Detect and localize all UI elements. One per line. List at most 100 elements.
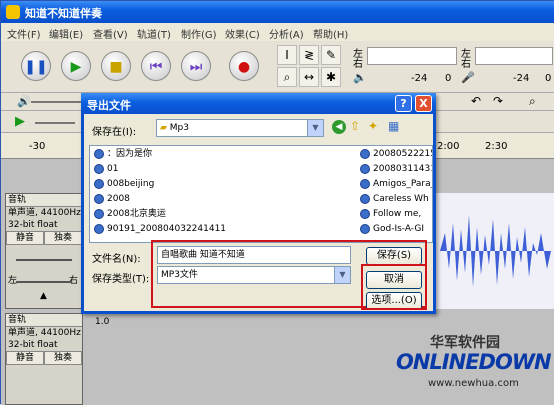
menu-analyze[interactable]: 分析(A)	[269, 26, 304, 41]
solo-button-2[interactable]: 独奏	[44, 351, 82, 365]
close-button[interactable]: X	[415, 95, 432, 112]
undo-icon[interactable]: ↶	[471, 94, 481, 108]
window-title: 知道不知道伴奏	[25, 7, 102, 20]
meter-toolbar: 左 右 左 右 🔈 -24 0 🎤 -24 0	[349, 43, 554, 91]
filename-label: 文件名(N):	[92, 254, 141, 265]
skip-start-button[interactable]: ⏮	[141, 51, 171, 81]
multi-tool[interactable]: ✱	[321, 67, 341, 87]
list-item[interactable]: 01	[94, 163, 118, 176]
tools-palette: I ≷ ✎ ⌕ ↔ ✱	[275, 43, 345, 89]
save-in-combo[interactable]: ▰ Mp3 ▼	[156, 119, 324, 137]
back-icon[interactable]: ◀	[332, 120, 346, 134]
list-item[interactable]: 200803114310	[360, 163, 432, 176]
meter-tick-3: -24	[513, 73, 530, 84]
menu-file[interactable]: 文件(F)	[7, 26, 41, 41]
redo-icon[interactable]: ↷	[493, 94, 503, 108]
collapse-track-icon[interactable]: ▲	[40, 291, 47, 301]
list-item[interactable]: ：因为是你	[94, 148, 152, 161]
audio-file-icon	[94, 178, 104, 189]
meter-tick-2: 0	[445, 73, 452, 84]
audio-file-icon	[360, 208, 370, 219]
playback-meter[interactable]	[367, 47, 457, 65]
draw-tool[interactable]: ✎	[321, 45, 341, 65]
multi-icon: ✱	[325, 70, 337, 84]
menu-generate[interactable]: 制作(G)	[181, 26, 217, 41]
list-item[interactable]: Amigos_Para_	[360, 178, 432, 191]
ibeam-icon: I	[285, 48, 289, 62]
file-list[interactable]: ：因为是你 01 008beijing 2008 2008北京奥运 90191_…	[89, 145, 433, 243]
list-item[interactable]: 2008北京奥运	[94, 208, 166, 221]
pan-slider-1[interactable]	[16, 281, 72, 283]
track-format-1: 单声道, 44100Hz	[8, 208, 81, 218]
output-volume-slider[interactable]	[31, 101, 81, 103]
track-format-2: 单声道, 44100Hz	[8, 328, 81, 338]
export-file-dialog: 导出文件 ? X 保存在(I): ▰ Mp3 ▼ ◀ ⇧ ✦ ▦ ：因为是你 0…	[81, 93, 436, 314]
help-button[interactable]: ?	[395, 95, 412, 112]
track-control-panel-1[interactable]: 音轨 单声道, 44100Hz 32-bit float 静音 独奏 左 右 ▲	[5, 193, 83, 309]
play-button[interactable]: ▶	[61, 51, 91, 81]
list-item[interactable]: 20080522215	[360, 148, 432, 161]
timeshift-tool[interactable]: ↔	[299, 67, 319, 87]
watermark-brand: ONLINEDOWN	[396, 350, 552, 374]
pan-right-label: 右	[68, 276, 78, 286]
selection-tool[interactable]: I	[277, 45, 297, 65]
pan-left-label: 左	[8, 276, 18, 286]
speaker-volume-icon: 🔊	[17, 95, 31, 108]
view-menu-icon[interactable]: ▦	[388, 119, 399, 133]
save-button[interactable]: 保存(S)	[366, 247, 422, 265]
list-item[interactable]: 2008	[94, 193, 130, 206]
speed-slider[interactable]	[35, 122, 75, 124]
save-in-label: 保存在(I):	[92, 127, 137, 138]
audio-file-icon	[360, 163, 370, 174]
menu-track[interactable]: 轨道(T)	[137, 26, 171, 41]
ruler-tick-minus30: -30	[29, 141, 46, 152]
zoom-tool[interactable]: ⌕	[277, 67, 297, 87]
speaker-icon: 🔈	[353, 71, 367, 84]
filetype-label: 保存类型(T):	[92, 274, 150, 285]
list-item[interactable]: Careless Wh	[360, 193, 429, 206]
menu-view[interactable]: 查看(V)	[93, 26, 128, 41]
skip-end-icon: ⏭	[189, 59, 203, 75]
meter-right-label-2: 右	[461, 59, 471, 70]
zoom-in-icon[interactable]: ⌕	[529, 94, 536, 109]
track-control-panel-2[interactable]: 音轨 单声道, 44100Hz 32-bit float 静音 独奏	[5, 313, 83, 405]
mute-button-1[interactable]: 静音	[6, 231, 44, 245]
record-meter[interactable]	[475, 47, 553, 65]
meter-tick-4: 0	[545, 73, 552, 84]
list-item[interactable]: 008beijing	[94, 178, 154, 191]
audio-file-icon	[94, 208, 104, 219]
audio-file-icon	[94, 148, 104, 159]
play-at-speed-icon[interactable]: ▶	[15, 114, 25, 129]
audio-file-icon	[360, 223, 370, 234]
audio-file-icon	[360, 178, 370, 189]
watermark-url: www.newhua.com	[428, 378, 519, 389]
menu-edit[interactable]: 编辑(E)	[49, 26, 83, 41]
pause-icon: ❚❚	[24, 59, 48, 75]
list-item[interactable]: Follow me,	[360, 208, 421, 221]
skip-start-icon: ⏮	[149, 59, 163, 75]
audio-file-icon	[360, 148, 370, 159]
app-icon	[6, 5, 20, 19]
skip-end-button[interactable]: ⏭	[181, 51, 211, 81]
audio-file-icon	[360, 193, 370, 204]
list-item[interactable]: God-Is-A-GI	[360, 223, 424, 236]
solo-button-1[interactable]: 独奏	[44, 231, 82, 245]
record-button[interactable]: ●	[229, 51, 259, 81]
pause-button[interactable]: ❚❚	[21, 51, 51, 81]
menu-bar: 文件(F) 编辑(E) 查看(V) 轨道(T) 制作(G) 效果(C) 分析(A…	[1, 23, 554, 41]
audio-file-icon	[94, 193, 104, 204]
track-bitdepth-1: 32-bit float	[8, 220, 58, 230]
stop-button[interactable]: ■	[101, 51, 131, 81]
meter-tick-1: -24	[411, 73, 428, 84]
up-folder-icon[interactable]: ⇧	[350, 119, 360, 133]
track-name-2[interactable]: 音轨	[6, 314, 82, 327]
menu-help[interactable]: 帮助(H)	[313, 26, 348, 41]
envelope-tool[interactable]: ≷	[299, 45, 319, 65]
gain-slider-1[interactable]	[16, 259, 72, 261]
track-name-1[interactable]: 音轨	[6, 194, 82, 207]
menu-effect[interactable]: 效果(C)	[225, 26, 260, 41]
mute-button-2[interactable]: 静音	[6, 351, 44, 365]
timeshift-icon: ↔	[303, 70, 315, 84]
list-item[interactable]: 90191_200804032241411	[94, 223, 226, 236]
new-folder-icon[interactable]: ✦	[368, 119, 378, 133]
